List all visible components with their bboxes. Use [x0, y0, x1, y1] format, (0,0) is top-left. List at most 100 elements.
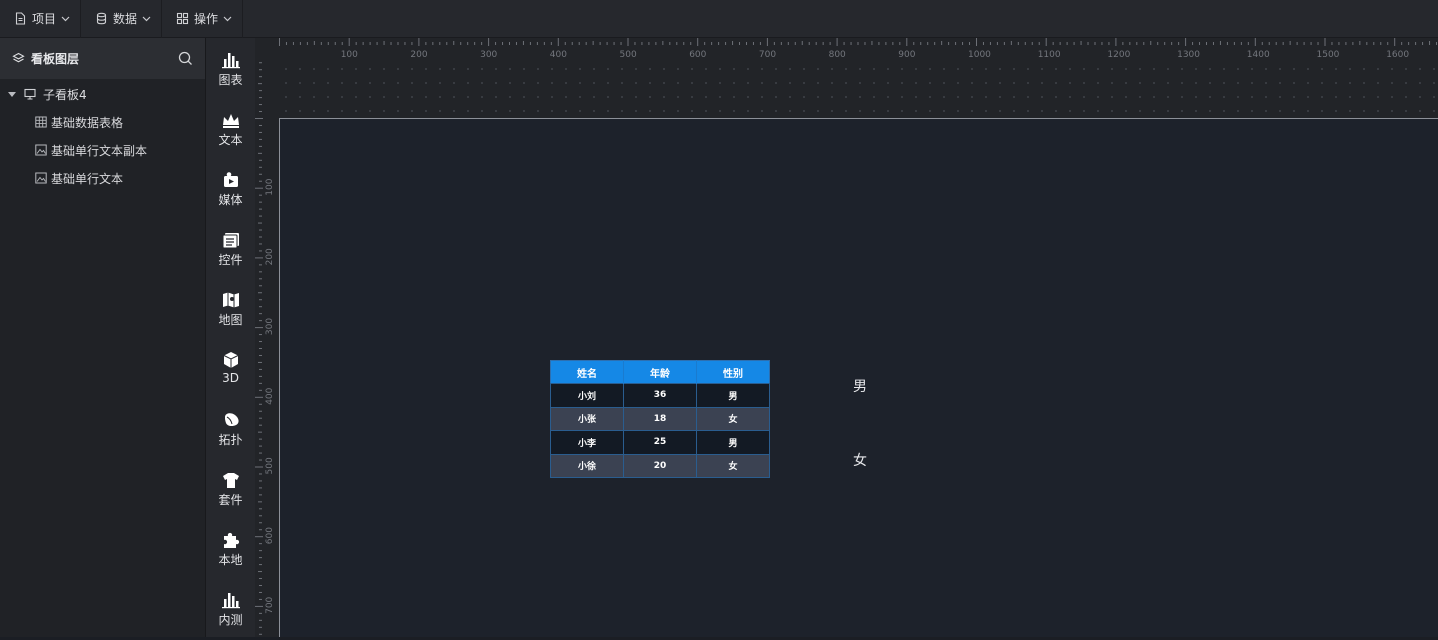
table-header-row: 姓名 年龄 性别 [550, 360, 770, 384]
table-header-cell: 性别 [696, 360, 770, 384]
table-cell: 小刘 [550, 383, 624, 408]
ruler-label: 200 [410, 50, 427, 60]
layer-item-label: 基础单行文本副本 [51, 143, 148, 158]
table-cell: 18 [623, 406, 697, 431]
menu-operation[interactable]: 操作 [162, 0, 244, 38]
ruler-label: 1100 [1038, 50, 1061, 60]
component-palette: 图表 文本 媒体 控件 地图 3D 拓扑 套件 本地 内测 [206, 38, 255, 637]
table-cell: 男 [696, 383, 770, 408]
table-cell: 小李 [550, 430, 624, 455]
table-row: 小张 18 女 [550, 406, 770, 431]
palette-item-map[interactable]: 地图 [206, 290, 255, 340]
table-icon [35, 116, 47, 128]
ruler-label: 500 [265, 457, 275, 474]
control-icon [222, 233, 239, 249]
table-row: 小徐 20 女 [550, 453, 770, 478]
layer-item-text[interactable]: 基础单行文本 [0, 164, 205, 192]
ruler-corner [255, 38, 279, 62]
ruler-label: 600 [689, 50, 706, 60]
palette-item-label: 套件 [218, 493, 243, 507]
menu-data-label: 数据 [113, 12, 138, 26]
chevron-down-icon [223, 16, 232, 21]
ruler-label: 100 [265, 178, 275, 195]
palette-item-chart[interactable]: 图表 [206, 50, 255, 100]
menu-project-label: 项目 [32, 12, 57, 26]
menu-operation-label: 操作 [194, 12, 219, 26]
table-cell: 36 [623, 383, 697, 408]
ruler-label: 400 [550, 50, 567, 60]
ruler-label: 800 [829, 50, 846, 60]
media-icon [223, 172, 238, 187]
bar-chart-icon [221, 53, 240, 69]
ruler-label: 700 [265, 596, 275, 613]
palette-item-text[interactable]: 文本 [206, 110, 255, 160]
top-toolbar: 项目 数据 操作 [0, 0, 1438, 38]
menu-data[interactable]: 数据 [81, 0, 163, 38]
data-table-widget[interactable]: 姓名 年龄 性别 小刘 36 男 小张 18 女 小李 25 男 小徐 20 女 [550, 360, 770, 478]
vertical-ruler-graphic: 100 200 300 400 500 600 700 [255, 62, 275, 635]
palette-item-label: 本地 [218, 553, 243, 567]
table-cell: 20 [623, 453, 697, 478]
palette-item-label: 地图 [218, 313, 243, 327]
layer-item-label: 基础数据表格 [51, 115, 124, 130]
layer-panel-header: 看板图层 [0, 38, 205, 79]
vertical-ruler[interactable]: 100 200 300 400 500 600 700 [255, 62, 279, 637]
topology-icon [224, 413, 239, 427]
grid-icon [176, 12, 189, 25]
chevron-down-icon [142, 16, 151, 21]
image-text-icon [35, 172, 47, 184]
palette-item-label: 控件 [218, 253, 243, 267]
table-cell: 25 [623, 430, 697, 455]
cube-icon [223, 352, 238, 368]
caret-down-icon[interactable] [8, 91, 16, 97]
table-header-cell: 年龄 [623, 360, 697, 384]
table-cell: 女 [696, 406, 770, 431]
single-line-text-widget-copy[interactable]: 女 [853, 450, 867, 470]
palette-item-control[interactable]: 控件 [206, 230, 255, 280]
ruler-label: 200 [265, 248, 275, 265]
palette-item-media[interactable]: 媒体 [206, 170, 255, 220]
ruler-label: 900 [898, 50, 915, 60]
crown-text-icon [222, 114, 239, 128]
table-cell: 男 [696, 430, 770, 455]
ruler-label: 1600 [1386, 50, 1409, 60]
palette-item-label: 内测 [218, 613, 243, 627]
ruler-label: 100 [341, 50, 358, 60]
ruler-label: 1500 [1317, 50, 1340, 60]
horizontal-ruler-graphic: 100 200 300 400 500 600 700 800 900 1000 1100 1200 1… [279, 38, 1438, 60]
ruler-label: 500 [620, 50, 637, 60]
board-icon [24, 88, 36, 100]
layer-panel-title: 看板图层 [12, 50, 79, 67]
palette-item-topology[interactable]: 拓扑 [206, 410, 255, 460]
ruler-label: 700 [759, 50, 776, 60]
palette-item-label: 媒体 [218, 193, 243, 207]
search-icon[interactable] [178, 51, 193, 66]
database-icon [96, 12, 107, 25]
bar-chart-icon [221, 593, 240, 609]
table-row: 小刘 36 男 [550, 383, 770, 408]
table-cell: 女 [696, 453, 770, 478]
map-icon [222, 292, 239, 308]
palette-item-local[interactable]: 本地 [206, 530, 255, 580]
palette-item-beta[interactable]: 内测 [206, 590, 255, 640]
file-icon [15, 12, 26, 25]
palette-item-label: 拓扑 [218, 433, 243, 447]
palette-item-3d[interactable]: 3D [206, 350, 255, 400]
menu-project[interactable]: 项目 [0, 0, 82, 38]
table-row: 小李 25 男 [550, 430, 770, 455]
palette-item-label: 图表 [218, 73, 243, 87]
horizontal-ruler[interactable]: 100 200 300 400 500 600 700 800 900 1000 1100 1200 1… [279, 38, 1438, 62]
layer-item-table[interactable]: 基础数据表格 [0, 108, 205, 136]
layer-item-label: 基础单行文本 [51, 171, 124, 186]
table-cell: 小徐 [550, 453, 624, 478]
ruler-label: 400 [265, 387, 275, 404]
palette-item-label: 3D [222, 371, 239, 385]
image-text-icon [35, 144, 47, 156]
palette-item-kit[interactable]: 套件 [206, 470, 255, 520]
chevron-down-icon [61, 16, 70, 21]
single-line-text-widget[interactable]: 男 [853, 376, 867, 396]
layer-item-text-copy[interactable]: 基础单行文本副本 [0, 136, 205, 164]
layer-tree-root[interactable]: 子看板4 [0, 80, 205, 108]
ruler-label: 300 [480, 50, 497, 60]
puzzle-icon [223, 532, 239, 548]
